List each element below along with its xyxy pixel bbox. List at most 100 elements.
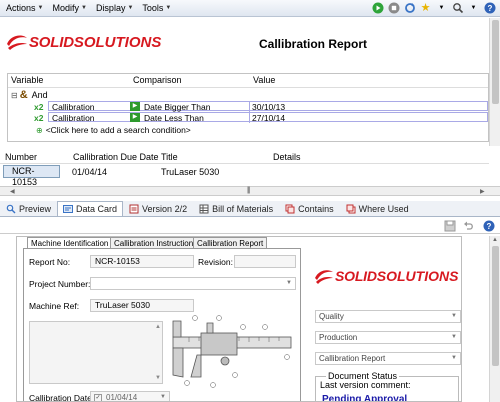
scrollbar-thumb[interactable] [492, 20, 499, 104]
department-dropdown[interactable]: Quality ▼ [315, 310, 461, 323]
column-header-title[interactable]: Title [161, 152, 178, 162]
version-icon [129, 204, 139, 214]
chevron-down-icon[interactable]: ▼ [467, 1, 480, 14]
tab-label: Data Card [76, 204, 118, 214]
scrollbar-top[interactable] [489, 18, 500, 146]
condition-value: 30/10/13 [249, 102, 285, 112]
operator-and[interactable]: ⊟ & And [11, 89, 48, 101]
help-icon[interactable]: ? [483, 220, 495, 234]
svg-text:?: ? [487, 222, 492, 231]
condition-variable: Callibration [52, 102, 95, 112]
chevron-down-icon[interactable]: ▼ [435, 1, 448, 14]
menu-modify[interactable]: Modify ▼ [52, 3, 86, 13]
toolbar: Actions ▼ Modify ▼ Display ▼ Tools ▼ ★ ▼ ▼ ? [0, 0, 500, 17]
last-version-comment-label: Last version comment: [320, 380, 411, 390]
condition-comparison: Date Bigger Than [144, 102, 211, 112]
company-logo: SOLID SOLUTIONS [313, 267, 458, 285]
caliper-drawing [169, 315, 295, 393]
column-header-comparison: Comparison [133, 75, 182, 85]
tab-bill-of-materials[interactable]: Bill of Materials [193, 201, 279, 216]
menu-display[interactable]: Display ▼ [96, 3, 133, 13]
project-number-dropdown[interactable]: ▼ [90, 277, 296, 290]
chevron-down-icon: ▼ [37, 5, 44, 11]
tab-contains[interactable]: Contains [279, 201, 340, 216]
logo-swoosh-icon [315, 270, 333, 284]
menu-actions[interactable]: Actions ▼ [6, 3, 43, 13]
chevron-down-icon: ▼ [127, 5, 134, 11]
view-tabs: Preview Data Card Version 2/2 Bill of Ma… [0, 201, 500, 217]
condition-variable: Callibration [52, 113, 95, 123]
page-title: Callibration Report [259, 37, 368, 51]
menu-label: Display [95, 3, 126, 13]
revision-field[interactable] [234, 255, 296, 268]
scroll-down-icon[interactable]: ▼ [155, 375, 161, 381]
area-dropdown[interactable]: Production ▼ [315, 331, 461, 344]
stop-icon[interactable] [387, 1, 400, 14]
current-state-value: Pending Approval [322, 394, 408, 402]
date-checkbox[interactable]: ✓ [94, 393, 102, 401]
report-no-field[interactable]: NCR-10153 [90, 255, 194, 268]
save-icon[interactable] [444, 220, 456, 234]
callibration-date-value: 01/04/14 [106, 393, 138, 402]
search-conditions: Variable Comparison Value ⊟ & And x2 Cal… [7, 73, 489, 142]
pane-splitter[interactable]: ◀ ||| ▶ [0, 186, 500, 196]
document-type-value: Callibration Report [319, 354, 386, 363]
scroll-left-icon[interactable]: ◀ [10, 188, 15, 195]
x2-icon: x2 [34, 113, 44, 123]
chevron-down-icon: ▼ [160, 394, 166, 400]
machine-ref-label: Machine Ref: [29, 301, 80, 311]
revision-label: Revision: [198, 257, 233, 267]
column-header-details[interactable]: Details [273, 152, 301, 162]
tab-label: Contains [298, 204, 334, 214]
search-condition-row[interactable]: x2 Callibration ▶ Date Less Than 27/10/1… [34, 112, 488, 123]
results-grid: Number Callibration Due Date Title Detai… [0, 150, 489, 187]
svg-text:?: ? [487, 4, 492, 13]
menu-tools[interactable]: Tools ▼ [142, 3, 171, 13]
tab-data-card[interactable]: Data Card [57, 201, 124, 216]
tab-label: Preview [19, 204, 52, 214]
condition-comparison: Date Less Than [144, 113, 204, 123]
add-search-condition[interactable]: ⊕ <Click here to add a search condition> [36, 125, 191, 135]
search-icon[interactable] [451, 1, 464, 14]
x2-icon: x2 [34, 102, 44, 112]
and-icon: & [19, 89, 28, 101]
tab-version[interactable]: Version 2/2 [123, 201, 193, 216]
column-header-due-date[interactable]: Callibration Due Date [73, 152, 159, 162]
machine-description-field[interactable]: ▲ ▼ [29, 321, 163, 384]
logo-text-solutions: SOLUTIONS [73, 33, 162, 51]
logo-text-solutions: SOLUTIONS [376, 268, 459, 284]
collapse-icon[interactable]: ⊟ [11, 91, 18, 100]
table-row[interactable]: NCR-10153 01/04/14 TruLaser 5030 [0, 165, 489, 187]
row-due-date: 01/04/14 [72, 167, 108, 177]
chevron-down-icon: ▼ [80, 5, 87, 11]
scrollbar-form[interactable]: ▲ [489, 236, 500, 402]
search-condition-row[interactable]: x2 Callibration ▶ Date Bigger Than 30/10… [34, 101, 488, 112]
tab-preview[interactable]: Preview [0, 201, 57, 216]
menu-label: Modify [52, 3, 79, 13]
undo-icon[interactable] [463, 220, 475, 234]
star-icon[interactable]: ★ [419, 1, 432, 14]
callibration-date-field[interactable]: ✓ 01/04/14 ▼ [90, 391, 170, 402]
splitter-grip-icon[interactable]: ||| [247, 187, 251, 194]
scroll-right-icon[interactable]: ▶ [480, 188, 485, 195]
logo-swoosh-icon [7, 35, 27, 50]
chevron-down-icon: ▼ [451, 334, 457, 340]
machine-ref-field[interactable]: TruLaser 5030 [90, 299, 194, 312]
refresh-icon[interactable] [403, 1, 416, 14]
project-number-label: Project Number: [29, 279, 91, 289]
column-header-number[interactable]: Number [5, 152, 37, 162]
scrollbar-thumb[interactable] [492, 246, 499, 366]
help-icon[interactable]: ? [483, 1, 496, 14]
machine-identification-panel: Report No: NCR-10153 Revision: Project N… [23, 248, 301, 402]
scroll-up-icon[interactable]: ▲ [492, 237, 498, 243]
scroll-up-icon[interactable]: ▲ [155, 324, 161, 330]
callibration-date-label: Callibration Date: [29, 393, 95, 402]
area-value: Production [319, 333, 358, 342]
document-type-dropdown[interactable]: Callibration Report ▼ [315, 352, 461, 365]
logo-text-solid: SOLID [29, 33, 74, 51]
menu-label: Actions [6, 3, 36, 13]
row-number[interactable]: NCR-10153 [3, 165, 60, 187]
tab-where-used[interactable]: Where Used [340, 201, 415, 216]
play-icon[interactable] [371, 1, 384, 14]
add-condition-icon: ⊕ [36, 125, 43, 135]
